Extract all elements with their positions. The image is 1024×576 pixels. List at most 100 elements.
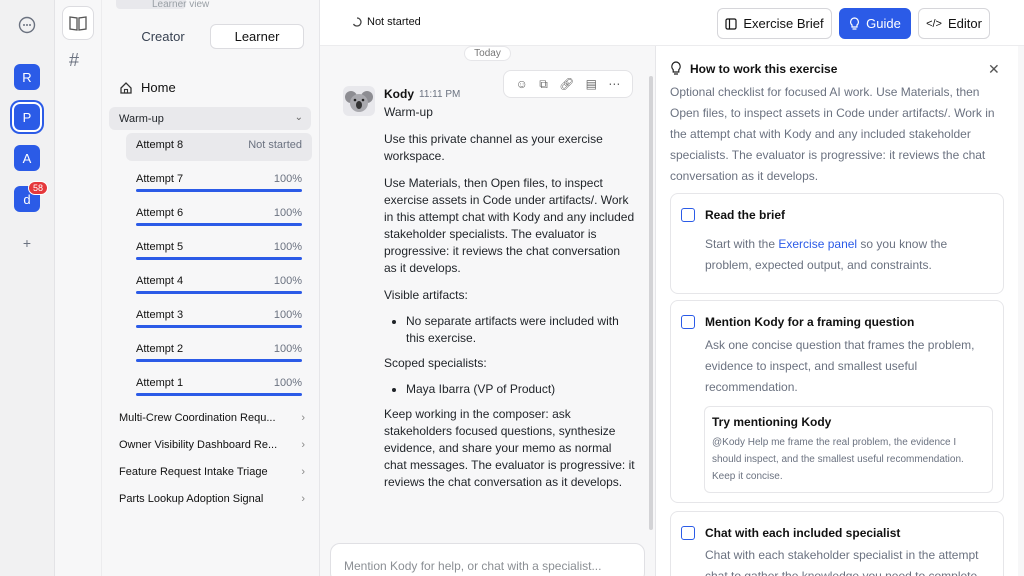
- attempt-item[interactable]: Attempt 5 100%: [126, 235, 312, 263]
- hash-icon[interactable]: #: [69, 50, 79, 71]
- copy-icon[interactable]: ⧉: [539, 77, 548, 92]
- attempt-name: Attempt 6: [136, 207, 184, 219]
- editor-label: Editor: [947, 16, 982, 31]
- exercise-brief-label: Exercise Brief: [743, 16, 824, 31]
- progress-bar: [136, 291, 302, 294]
- exercise-group[interactable]: Parts Lookup Adoption Signal ›: [119, 493, 305, 505]
- progress-bar: [136, 257, 302, 260]
- chat-bubble-icon[interactable]: [14, 12, 40, 38]
- attempt-status: 100%: [273, 207, 302, 219]
- attempt-status-indicator: Not started: [352, 16, 421, 28]
- attempt-item[interactable]: Attempt 3 100%: [126, 303, 312, 331]
- checklist-title: Chat with each included specialist: [705, 526, 901, 540]
- attempt-item[interactable]: Attempt 8 Not started: [126, 133, 312, 161]
- role-toggle: Creator Learner: [116, 24, 304, 49]
- message-paragraph: Keep working in the composer: ask stakeh…: [384, 407, 635, 489]
- progress-bar: [136, 189, 302, 192]
- learner-tab[interactable]: Learner: [210, 24, 304, 49]
- attempt-item[interactable]: Attempt 2 100%: [126, 337, 312, 365]
- chevron-down-icon: ⌄: [294, 112, 303, 123]
- chat-panel: [320, 46, 656, 576]
- checklist-title: Mention Kody for a framing question: [705, 315, 915, 329]
- home-link[interactable]: Home: [119, 80, 176, 95]
- checkbox[interactable]: [681, 526, 695, 540]
- attempt-name: Attempt 4: [136, 275, 184, 287]
- lightbulb-icon: [670, 61, 682, 80]
- exercise-brief-button[interactable]: Exercise Brief: [717, 8, 832, 39]
- message-author[interactable]: Kody: [384, 87, 414, 101]
- reply-icon[interactable]: ▤: [586, 77, 597, 91]
- guide-button[interactable]: Guide: [839, 8, 911, 39]
- progress-bar: [136, 223, 302, 226]
- progress-ring-icon: [352, 17, 362, 27]
- group-label: Multi-Crew Coordination Requ...: [119, 412, 276, 424]
- list-item: No separate artifacts were included with…: [406, 313, 636, 347]
- workspace-a[interactable]: A: [14, 145, 40, 171]
- link-icon[interactable]: 🔗︎: [559, 77, 574, 91]
- exercise-group[interactable]: Owner Visibility Dashboard Re... ›: [119, 439, 305, 451]
- attempt-item[interactable]: Attempt 1 100%: [126, 371, 312, 399]
- more-icon[interactable]: ⋯: [608, 77, 620, 91]
- chevron-right-icon: ›: [301, 493, 305, 505]
- avatar: [343, 86, 375, 116]
- progress-bar: [136, 393, 302, 396]
- message-paragraph: Visible artifacts:: [384, 288, 468, 302]
- learner-view-label: Learner view: [152, 0, 210, 10]
- progress-bar: [136, 325, 302, 328]
- message-paragraph: Scoped specialists:: [384, 356, 487, 370]
- notification-badge: 58: [28, 181, 49, 195]
- message-composer[interactable]: Mention Kody for help, or chat with a sp…: [330, 543, 645, 576]
- home-label: Home: [141, 80, 176, 95]
- chevron-right-icon: ›: [301, 466, 305, 478]
- workspace-r[interactable]: R: [14, 64, 40, 90]
- creator-tab[interactable]: Creator: [116, 24, 210, 49]
- workspace-p[interactable]: P: [14, 104, 40, 130]
- attempt-status: 100%: [273, 173, 302, 185]
- home-icon: [120, 81, 132, 94]
- attempt-status: 100%: [273, 309, 302, 321]
- code-icon: </>: [926, 17, 942, 30]
- chevron-right-icon: ›: [301, 412, 305, 424]
- attempt-status: 100%: [273, 241, 302, 253]
- attempt-name: Attempt 3: [136, 309, 184, 321]
- checkbox[interactable]: [681, 208, 695, 222]
- message-line: Warm-up: [384, 105, 433, 119]
- chat-scrollbar[interactable]: [649, 76, 653, 530]
- status-text: Not started: [367, 16, 421, 28]
- workspace-rail: R P A d 58 +: [0, 0, 55, 576]
- checklist-text: Ask one concise question that frames the…: [705, 338, 975, 394]
- exercise-group[interactable]: Feature Request Intake Triage ›: [119, 466, 305, 478]
- checklist-title: Read the brief: [705, 208, 786, 222]
- attempt-item[interactable]: Attempt 4 100%: [126, 269, 312, 297]
- message-paragraph: Use Materials, then Open files, to inspe…: [384, 176, 635, 275]
- checkbox[interactable]: [681, 315, 695, 329]
- attempt-name: Attempt 5: [136, 241, 184, 253]
- date-divider: Today: [464, 46, 511, 61]
- attempt-item[interactable]: Attempt 6 100%: [126, 201, 312, 229]
- guide-intro: Optional checklist for focused AI work. …: [670, 85, 995, 183]
- close-icon[interactable]: ✕: [988, 61, 1000, 78]
- chevron-right-icon: ›: [301, 439, 305, 451]
- add-reaction-icon[interactable]: ☺: [516, 77, 528, 91]
- attempt-name: Attempt 7: [136, 173, 184, 185]
- attempt-name: Attempt 1: [136, 377, 184, 389]
- koala-icon: [345, 91, 373, 112]
- section-warm-up[interactable]: Warm-up ⌄: [109, 107, 311, 130]
- message-list: Maya Ibarra (VP of Product): [384, 381, 636, 398]
- lightbulb-icon: [850, 17, 860, 30]
- attempt-status: Not started: [248, 139, 302, 151]
- exercise-panel-link[interactable]: Exercise panel: [778, 237, 857, 251]
- exercise-group[interactable]: Multi-Crew Coordination Requ... ›: [119, 412, 305, 424]
- book-icon[interactable]: [62, 6, 94, 40]
- suggestion-title: Try mentioning Kody: [712, 415, 832, 429]
- guide-title: How to work this exercise: [690, 62, 838, 76]
- attempt-name: Attempt 2: [136, 343, 184, 355]
- add-workspace-icon[interactable]: +: [14, 230, 40, 256]
- guide-label: Guide: [866, 16, 901, 31]
- checklist-text: Start with the Exercise panel so you kno…: [705, 234, 987, 276]
- group-label: Owner Visibility Dashboard Re...: [119, 439, 278, 451]
- attempt-item[interactable]: Attempt 7 100%: [126, 167, 312, 195]
- message-time: 11:11 PM: [419, 89, 461, 100]
- editor-button[interactable]: </> Editor: [918, 8, 990, 39]
- guide-scrollbar[interactable]: [1018, 46, 1024, 576]
